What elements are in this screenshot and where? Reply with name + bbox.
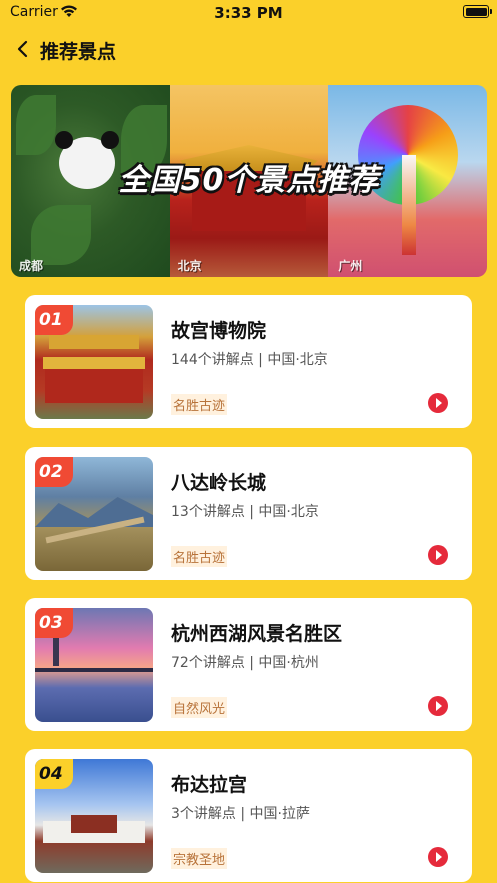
clock: 3:33 PM — [214, 4, 283, 22]
bridge-shape — [35, 668, 153, 672]
spot-name: 八达岭长城 — [171, 472, 267, 494]
spot-thumbnail: 02 — [35, 457, 153, 571]
spot-category-tag: 名胜古迹 — [171, 546, 228, 567]
page-title: 推荐景点 — [40, 41, 117, 63]
wall-shape — [45, 369, 143, 403]
rank-badge: 03 — [35, 608, 73, 638]
spot-card[interactable]: 02 八达岭长城 13个讲解点 | 中国·北京 名胜古迹 — [25, 447, 472, 580]
spot-meta: 3个讲解点 | 中国·拉萨 — [171, 806, 310, 822]
battery-icon — [463, 5, 492, 18]
spot-thumbnail: 01 — [35, 305, 153, 419]
spot-category-tag: 宗教圣地 — [171, 848, 228, 869]
spot-card[interactable]: 01 故宫博物院 144个讲解点 | 中国·北京 名胜古迹 — [25, 295, 472, 428]
banner-city-guangzhou: 广州 — [338, 259, 363, 273]
leaf-shape — [16, 95, 56, 155]
pagoda-shape — [53, 638, 59, 666]
play-icon[interactable] — [428, 545, 448, 565]
spot-name: 布达拉宫 — [171, 774, 248, 796]
spot-category-tag: 名胜古迹 — [171, 394, 228, 415]
banner-headline: 全国50个景点推荐 — [118, 163, 380, 198]
spot-meta: 144个讲解点 | 中国·北京 — [171, 352, 328, 368]
status-bar: Carrier 3:33 PM — [0, 0, 497, 26]
back-icon[interactable] — [14, 38, 32, 60]
banner-city-beijing: 北京 — [177, 259, 202, 273]
spot-meta: 72个讲解点 | 中国·杭州 — [171, 655, 319, 671]
spot-card[interactable]: 04 布达拉宫 3个讲解点 | 中国·拉萨 宗教圣地 — [25, 749, 472, 882]
play-icon[interactable] — [428, 393, 448, 413]
roof-shape — [49, 335, 139, 349]
spot-thumbnail: 03 — [35, 608, 153, 722]
play-icon[interactable] — [428, 696, 448, 716]
spot-name: 杭州西湖风景名胜区 — [171, 623, 343, 645]
promo-banner[interactable]: 成都 北京 广州 全国50个景点推荐 — [11, 85, 487, 277]
rank-badge: 01 — [35, 305, 73, 335]
leaf-shape — [31, 205, 91, 265]
spot-thumbnail: 04 — [35, 759, 153, 873]
spot-meta: 13个讲解点 | 中国·北京 — [171, 504, 319, 520]
banner-city-chengdu: 成都 — [19, 259, 44, 273]
rank-badge: 04 — [35, 759, 73, 789]
palace-red-shape — [71, 815, 117, 833]
nav-bar: 推荐景点 — [0, 30, 497, 70]
spot-card[interactable]: 03 杭州西湖风景名胜区 72个讲解点 | 中国·杭州 自然风光 — [25, 598, 472, 731]
spot-name: 故宫博物院 — [171, 320, 267, 342]
spot-category-tag: 自然风光 — [171, 697, 228, 718]
roof-shape — [43, 357, 145, 369]
play-icon[interactable] — [428, 847, 448, 867]
rank-badge: 02 — [35, 457, 73, 487]
